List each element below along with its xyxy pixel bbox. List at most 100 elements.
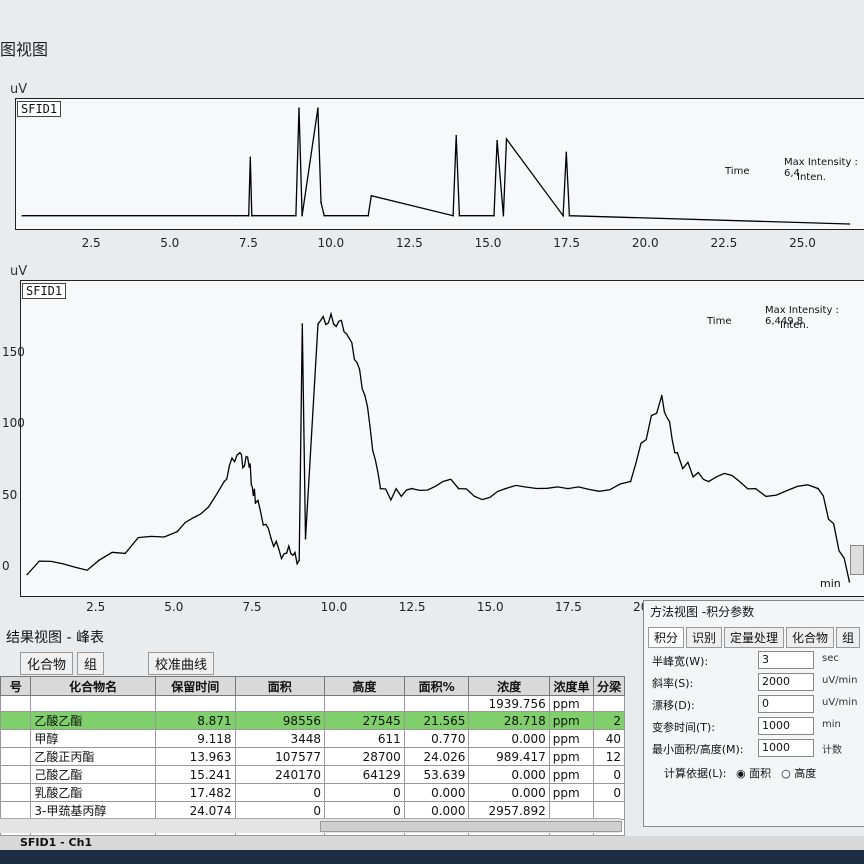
data-point: [676, 452, 679, 454]
data-point: [21, 214, 24, 217]
data-point: [298, 559, 301, 561]
cell-no: [0, 783, 32, 802]
tab-group[interactable]: 组: [77, 652, 105, 675]
col-no[interactable]: 号: [0, 676, 32, 696]
method-field-input[interactable]: 2000: [758, 673, 814, 691]
cell-area: 98556: [234, 711, 325, 730]
cell-area: 0: [234, 783, 325, 802]
cell-conc: 0.000: [468, 729, 550, 748]
cell-name: 乳酸乙酯: [30, 783, 156, 802]
col-height[interactable]: 高度: [323, 676, 405, 696]
method-field-label: 斜率(S):: [652, 677, 694, 690]
cell-unit: ppm: [548, 783, 595, 802]
data-point: [332, 323, 335, 325]
tab-compound[interactable]: 化合物: [20, 652, 74, 675]
table-row[interactable]: 3-甲巯基丙醇 24.074 0 0 0.000 2957.892: [0, 801, 625, 820]
data-point: [817, 487, 819, 490]
col-x[interactable]: 分梁: [593, 676, 625, 696]
table-row[interactable]: 1939.756 ppm: [0, 695, 625, 712]
data-point: [452, 214, 454, 217]
cell-no: [0, 729, 32, 748]
radio-area[interactable]: ◉ 面积: [736, 765, 771, 781]
cell-name: 甲醇: [30, 729, 156, 748]
cell-area: 107577: [234, 747, 325, 766]
method-field-label: 最小面积/高度(M):: [652, 743, 744, 756]
data-point: [295, 214, 297, 217]
table-row[interactable]: 己酸乙酯 15.241 240170 64129 53.639 0.000 ppm 0: [0, 765, 625, 784]
data-point: [98, 559, 100, 561]
cell-pct: 53.639: [403, 765, 470, 784]
method-panel: 方法视图 -积分参数 积分 识别 定量处理 化合物 组 半峰宽(W): 3 sec 斜…: [643, 600, 864, 827]
data-point: [235, 214, 237, 217]
method-field-input[interactable]: 1000: [758, 739, 814, 757]
cell-pct: 24.026: [403, 747, 470, 766]
table-row[interactable]: 乙酸乙酯 8.871 98556 27545 21.565 28.718 ppm 2: [0, 711, 625, 730]
bottom-inten-label: Inten.: [780, 320, 809, 331]
results-title: 结果视图 - 峰表: [6, 630, 104, 646]
col-conc[interactable]: 浓度: [468, 676, 550, 696]
data-point: [239, 452, 241, 454]
data-point: [458, 214, 461, 217]
col-rt[interactable]: 保留时间: [154, 676, 236, 696]
x-tick-label: 5.0: [160, 236, 180, 250]
y-tick-label: 0: [2, 559, 10, 574]
data-point: [301, 214, 303, 217]
bottom-chart[interactable]: [20, 280, 864, 597]
cell-no: [0, 695, 32, 712]
cell-no: [0, 711, 32, 730]
cell-x: [593, 695, 625, 712]
table-hscrollbar[interactable]: [0, 818, 622, 833]
bottom-xlabel: min: [820, 577, 841, 590]
cell-x: 12: [593, 747, 625, 766]
cell-area: 3448: [234, 729, 325, 748]
cell-pct: 21.565: [403, 711, 470, 730]
top-chart-ylabel: uV: [10, 82, 28, 97]
cell-height: 27545: [323, 711, 405, 730]
tab-identify[interactable]: 识别: [686, 627, 723, 648]
col-name[interactable]: 化合物名: [30, 676, 156, 696]
tab-calibration[interactable]: 校准曲线: [148, 652, 215, 675]
tab-groups[interactable]: 组: [836, 627, 861, 648]
tab-quant[interactable]: 定量处理: [724, 627, 785, 648]
x-tick-label: 15.0: [476, 600, 504, 614]
data-point: [249, 156, 252, 159]
data-point: [496, 139, 498, 142]
cell-conc: 2957.892: [468, 801, 550, 820]
col-area-pct[interactable]: 面积%: [403, 676, 470, 696]
table-row[interactable]: 乙酸正丙酯 13.963 107577 28700 24.026 989.417 ppm 12: [0, 747, 625, 766]
table-row[interactable]: 乳酸乙酯 17.482 0 0 0.000 0.000 ppm 0: [0, 783, 625, 802]
col-conc-unit[interactable]: 浓度单: [548, 676, 595, 696]
top-chart[interactable]: [15, 98, 864, 230]
top-chart-svg: [21, 107, 851, 225]
method-field-input[interactable]: 1000: [758, 717, 814, 735]
x-tick-label: 17.5: [555, 600, 582, 614]
method-field-input[interactable]: 3: [758, 651, 814, 669]
cell-no: [0, 801, 32, 820]
tab-compounds[interactable]: 化合物: [786, 627, 835, 648]
data-point: [285, 552, 288, 554]
data-point: [457, 487, 460, 490]
table-row[interactable]: 甲醇 9.118 3448 611 0.770 0.000 ppm 40: [0, 729, 625, 748]
cell-pct: 0.000: [403, 801, 470, 820]
cell-name: 己酸乙酯: [30, 765, 156, 784]
x-tick-label: 5.0: [164, 600, 184, 614]
peak-table-container: 号 化合物名 保留时间 面积 高度 面积% 浓度 浓度单 分梁 1939.756…: [0, 676, 625, 836]
data-point: [323, 214, 326, 217]
data-point: [567, 487, 569, 490]
cell-no: [0, 765, 32, 784]
tab-sfid1-ch1[interactable]: SFID1 - Ch1: [20, 836, 92, 849]
cell-unit: ppm: [548, 729, 595, 748]
tab-integration[interactable]: 积分: [648, 627, 685, 648]
data-point: [26, 573, 29, 576]
cell-unit: ppm: [548, 711, 595, 730]
method-field-unit: min: [822, 719, 841, 730]
hscroll-thumb[interactable]: [320, 821, 622, 832]
x-tick-label: 20.0: [631, 236, 659, 250]
bottom-chart-svg: [26, 311, 851, 583]
data-point: [379, 487, 382, 490]
radio-height[interactable]: ○ 高度: [781, 765, 816, 781]
method-field-input[interactable]: 0: [758, 695, 814, 713]
cell-conc: 0.000: [468, 783, 550, 802]
col-area[interactable]: 面积: [234, 676, 325, 696]
zoom-controls[interactable]: [850, 545, 864, 575]
